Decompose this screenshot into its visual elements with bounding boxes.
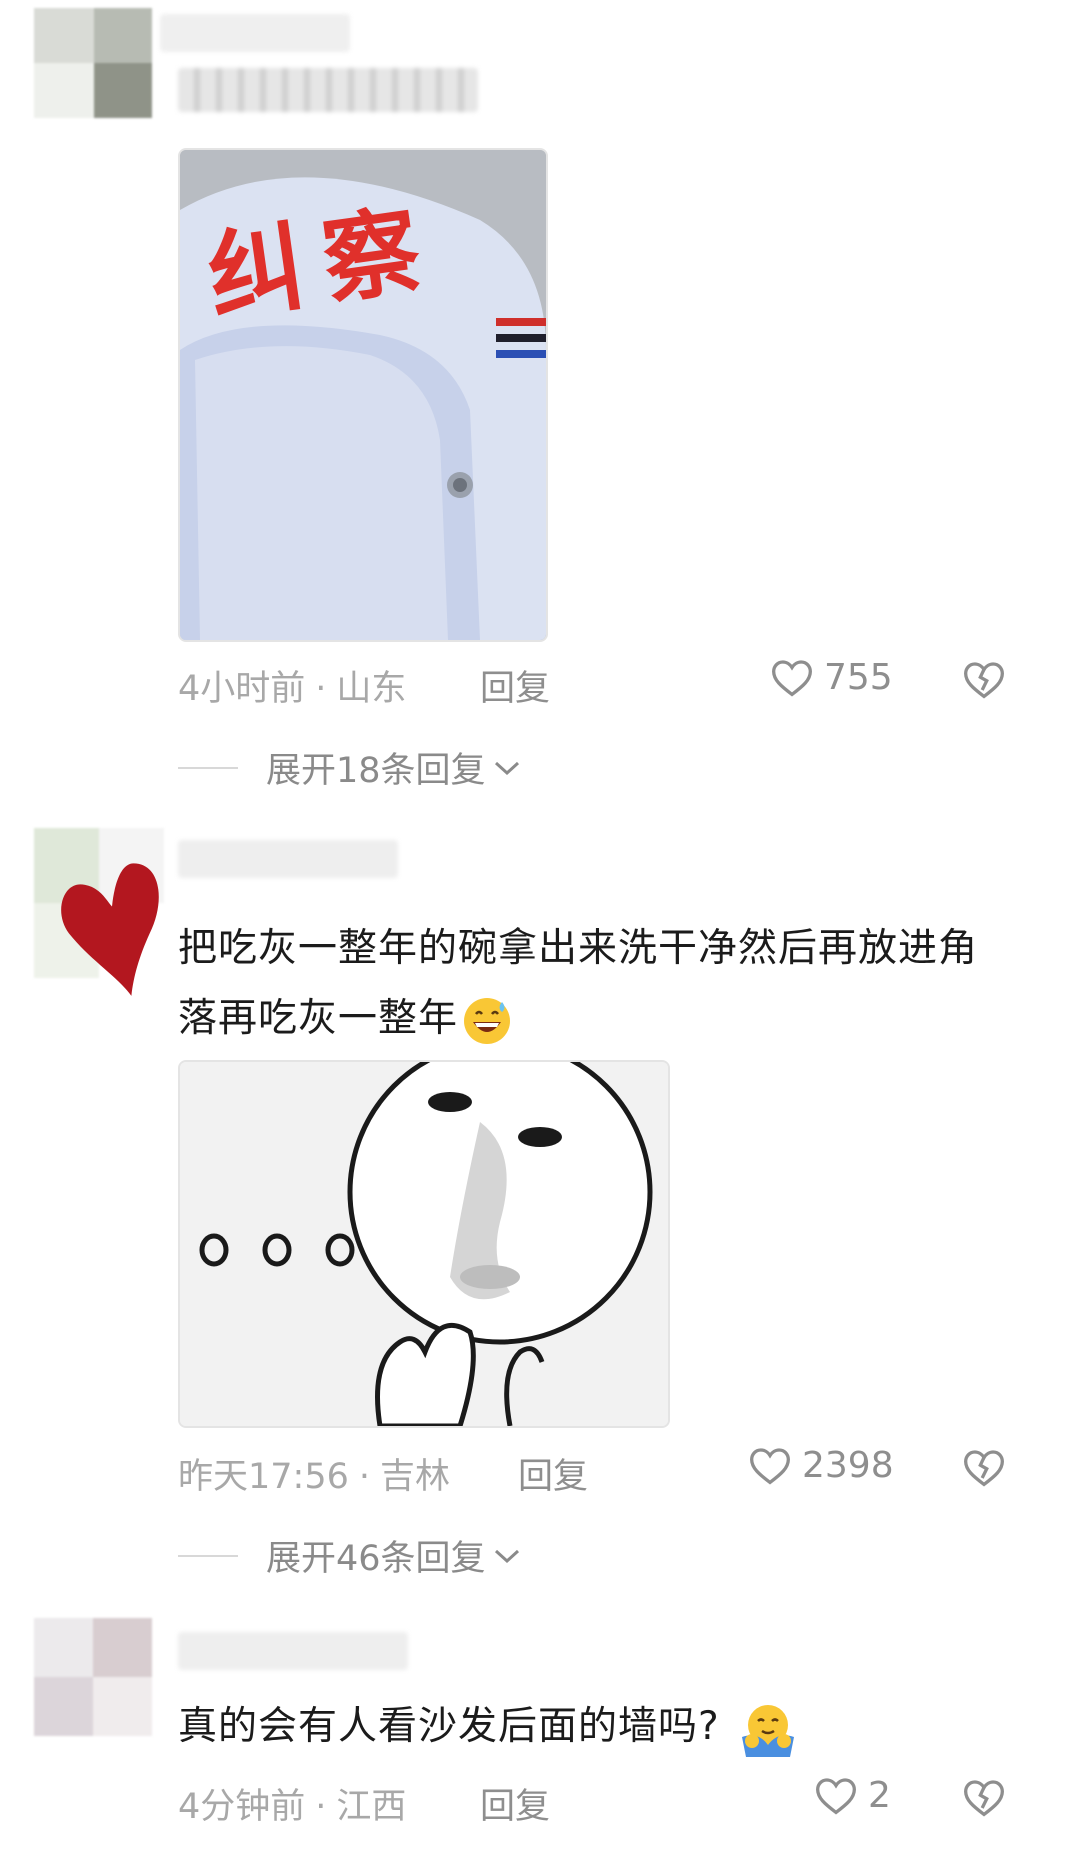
chevron-down-icon	[494, 1549, 519, 1563]
like-button[interactable]: 2398	[748, 1444, 894, 1486]
grinning-sweat-emoji	[464, 997, 511, 1044]
heart-avatar-icon	[61, 863, 159, 996]
heart-outline-icon	[750, 1448, 790, 1485]
comment-time: 4分钟前	[178, 1787, 306, 1827]
comment-time: 昨天17:56	[178, 1457, 349, 1497]
heart-outline-icon	[772, 660, 812, 697]
like-button[interactable]: 755	[770, 656, 893, 698]
reply-button[interactable]: 回复	[480, 1778, 550, 1829]
user-tag	[178, 68, 478, 112]
meme-face-image	[180, 1062, 668, 1426]
comment-location: 山东	[336, 669, 407, 709]
reply-button[interactable]: 回复	[518, 1448, 588, 1499]
broken-heart-icon[interactable]	[962, 1446, 1006, 1488]
comment-location: 吉林	[380, 1457, 451, 1497]
avatar[interactable]	[34, 8, 152, 118]
chevron-down-icon	[494, 761, 519, 775]
comment-meta: 昨天17:56 · 吉林	[178, 1457, 451, 1497]
comment-image[interactable]	[178, 1060, 670, 1428]
broken-heart-icon[interactable]	[962, 1776, 1006, 1818]
expand-label: 展开18条回复	[266, 751, 486, 791]
broken-heart-icon[interactable]	[962, 658, 1006, 700]
comment-time: 4小时前	[178, 669, 306, 709]
comment-text: 真的会有人看沙发后面的墙吗?	[178, 1692, 1008, 1762]
reply-button[interactable]: 回复	[480, 660, 550, 711]
comment-meta: 4分钟前 · 江西	[178, 1787, 407, 1827]
comment-meta: 4小时前 · 山东	[178, 669, 407, 709]
like-count: 755	[824, 656, 893, 698]
divider	[178, 1554, 238, 1557]
expand-replies[interactable]: 展开46条回复	[178, 1530, 522, 1581]
username[interactable]	[178, 1632, 408, 1670]
username[interactable]	[178, 840, 398, 878]
like-count: 2	[868, 1774, 891, 1816]
username[interactable]	[160, 14, 350, 52]
comment-image[interactable]: 纠察	[178, 148, 548, 642]
heart-outline-icon	[816, 1778, 856, 1815]
comment-1: 纠察 4小时前 · 山东 回复 755 展开18条回复	[0, 0, 1080, 791]
hugging-emoji	[741, 1704, 794, 1757]
avatar[interactable]	[34, 1618, 152, 1736]
comment-location: 江西	[336, 1787, 407, 1827]
comment-text: 把吃灰一整年的碗拿出来洗干净然后再放进角落再吃灰一整年	[178, 914, 1008, 1054]
divider	[178, 766, 238, 769]
expand-replies[interactable]: 展开18条回复	[178, 742, 522, 793]
expand-label: 展开46条回复	[266, 1539, 486, 1579]
like-count: 2398	[802, 1444, 894, 1486]
like-button[interactable]: 2	[814, 1774, 891, 1816]
